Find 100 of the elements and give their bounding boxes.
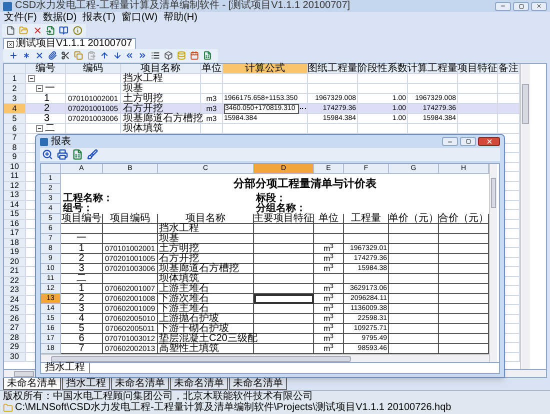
delete-icon[interactable] — [32, 25, 42, 36]
restore-icon — [518, 4, 524, 8]
sheet-tab[interactable]: 未命名清单 — [170, 378, 228, 390]
table-cell: m$^{3}$ — [314, 324, 344, 334]
collapse-icon[interactable] — [28, 75, 35, 82]
close-button[interactable] — [531, 2, 547, 10]
row-number: 21 — [4, 267, 26, 276]
document-tab[interactable]: 测试项目V1.1.1 20100707 — [3, 38, 136, 49]
table-cell: m$^{3}$ — [314, 244, 344, 254]
close-icon[interactable] — [7, 40, 14, 48]
window-title: 报表 — [51, 136, 71, 146]
column-header[interactable]: 计算工程量 — [408, 64, 458, 74]
table-cell — [389, 244, 439, 254]
table-cell — [254, 224, 314, 234]
sheet-tab[interactable]: 未命名清单 — [111, 378, 169, 390]
book-icon[interactable] — [59, 25, 69, 36]
table-cell — [389, 334, 439, 344]
table-cell: 坝基 — [158, 234, 254, 244]
paperclip-icon[interactable] — [48, 50, 57, 61]
delete-icon[interactable] — [34, 50, 44, 61]
column-header[interactable]: 单位 — [201, 64, 223, 74]
arrow-down-icon[interactable] — [112, 50, 122, 61]
restore-button[interactable] — [460, 137, 476, 146]
window-title: CSD水力发电工程-工程量计算及清单编制软件 - [测试项目V1.1.1 20100707] — [15, 1, 350, 11]
row-number: 9 — [4, 153, 26, 162]
table-cell: 上游抛石护坡 — [158, 314, 254, 324]
column-header[interactable]: 编码 — [66, 64, 121, 74]
zoom-icon[interactable] — [42, 149, 53, 160]
new-file-icon[interactable] — [6, 25, 16, 36]
add-icon[interactable] — [9, 50, 18, 61]
arrow-up-icon[interactable] — [100, 50, 108, 61]
column-header[interactable]: 编号 — [26, 64, 66, 74]
sheet-tab[interactable]: 未命名清单 — [229, 378, 287, 390]
double-chevron-right-icon[interactable] — [138, 50, 148, 61]
table-cell: 1 — [61, 244, 103, 254]
table-cell: m$^{3}$ — [314, 264, 344, 274]
minimize-button[interactable] — [495, 2, 511, 10]
list-icon[interactable] — [151, 50, 160, 61]
grid-row[interactable]: 6 二 坝体填筑 — [4, 124, 520, 134]
report-title: 分部分项工程量清单与计价表 — [234, 178, 376, 190]
column-header[interactable]: 备注 — [498, 64, 520, 74]
column-header[interactable]: 计算公式 — [223, 64, 308, 74]
row-number: 7 — [4, 134, 26, 144]
sheet-tab[interactable]: 挡水工程 — [62, 378, 110, 390]
row-number: 1 — [4, 74, 26, 84]
field-label: 工程名称： — [63, 194, 113, 204]
minimize-button[interactable] — [442, 137, 458, 146]
table-cell — [254, 304, 314, 314]
table-cell: 3 — [61, 264, 103, 274]
printer-icon[interactable] — [57, 149, 68, 160]
minimize-icon — [447, 138, 453, 144]
horizontal-scrollbar[interactable] — [41, 354, 489, 362]
table-cell — [389, 294, 439, 304]
item-number: 2 — [44, 104, 50, 114]
spreadsheet-icon[interactable] — [203, 50, 212, 61]
row-number: 13 — [4, 191, 26, 200]
close-button[interactable] — [478, 137, 500, 146]
vertical-scrollbar[interactable] — [489, 164, 497, 362]
grid-row[interactable]: 1 挡水工程 — [4, 74, 520, 84]
row-number: 11 — [4, 172, 26, 182]
table-cell — [103, 274, 158, 284]
spreadsheet-icon[interactable] — [72, 149, 83, 160]
table-cell — [254, 314, 314, 324]
column-header[interactable]: 项目特征 — [458, 64, 498, 74]
field-label: 组号： — [63, 204, 93, 214]
table-cell — [344, 224, 389, 234]
brush-icon[interactable] — [87, 149, 98, 160]
menu-item[interactable]: 帮助(H) — [164, 13, 198, 23]
collapse-icon[interactable] — [36, 125, 43, 132]
table-cell: 4 — [61, 314, 103, 324]
menu-item[interactable]: 窗口(W) — [121, 13, 158, 23]
column-header[interactable]: 项目名称 — [121, 64, 201, 74]
table-cell: m$^{3}$ — [314, 334, 344, 344]
table-cell: 一 — [61, 234, 103, 244]
double-chevron-left-icon[interactable] — [125, 50, 134, 61]
menu-item[interactable]: 报表(T) — [82, 13, 116, 23]
cube-icon[interactable] — [164, 50, 174, 61]
menu-item[interactable]: 文件(F) — [4, 13, 37, 23]
calendar-icon[interactable] — [190, 50, 200, 61]
column-header[interactable]: 图纸工程量 — [308, 64, 358, 74]
info-icon[interactable] — [72, 25, 82, 36]
cut-icon[interactable] — [60, 50, 70, 61]
row-number: 15 — [4, 210, 26, 220]
app-icon — [3, 2, 12, 10]
column-header[interactable]: 阶段性系数 — [358, 64, 408, 74]
collapse-icon[interactable] — [36, 85, 43, 92]
file-path: C:\MLNSoft\CSD水力发电工程-工程量计算及清单编制软件\Projects\测试项目V1.1.1 20100726.hqb — [14, 403, 452, 413]
sheet-tab[interactable]: 未命名清单 — [3, 378, 61, 390]
vertical-scrollbar[interactable] — [520, 64, 530, 369]
minimize-icon — [500, 3, 506, 9]
restore-button[interactable] — [513, 2, 529, 10]
menu-item[interactable]: 数据(D) — [42, 13, 77, 23]
table-cell — [389, 254, 439, 264]
asterisk-icon[interactable] — [22, 50, 31, 61]
import-icon[interactable] — [46, 25, 56, 36]
row-number: 17 — [4, 229, 26, 238]
table-header-cell: 项目编号 — [61, 214, 103, 224]
row-number: 23 — [4, 286, 26, 296]
grid-row[interactable]: 2 一 坝基 — [4, 84, 520, 94]
table-cell: 二 — [61, 274, 103, 284]
